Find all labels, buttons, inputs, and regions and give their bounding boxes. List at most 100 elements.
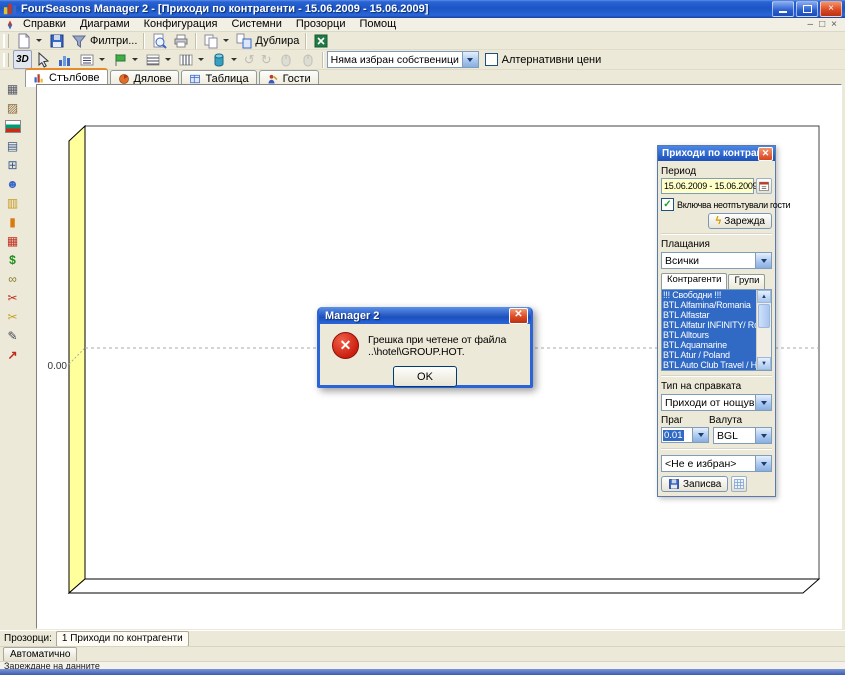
edit-note-icon[interactable]: ✎ <box>3 327 22 344</box>
print-button[interactable] <box>170 31 192 50</box>
bg-flag-icon[interactable] <box>3 118 22 135</box>
owner-combobox[interactable]: Няма избран собственици <box>327 51 479 68</box>
menu-konfiguracia[interactable]: Конфигурация <box>137 18 225 31</box>
mouse-zoom-in-icon <box>278 52 294 68</box>
chevron-down-icon <box>165 58 171 61</box>
new-document-icon <box>16 33 32 49</box>
pointer-mode-button[interactable] <box>32 50 54 69</box>
show-values-button[interactable] <box>54 50 76 69</box>
tab-counterparts[interactable]: Контрагенти <box>661 273 727 289</box>
pointer-icon <box>35 52 51 68</box>
photo-icon[interactable]: ▨ <box>3 99 22 116</box>
period-input[interactable]: 15.06.2009 - 15.06.2009 <box>661 178 754 194</box>
menu-pomosht[interactable]: Помощ <box>352 18 403 31</box>
list-item[interactable]: BTL Auto Club Travel / Hunga <box>662 360 756 370</box>
ok-button[interactable]: OK <box>393 366 457 387</box>
panel-title-bar[interactable]: Приходи по контрагенти ✕ <box>658 146 775 161</box>
export-excel-button[interactable] <box>310 31 332 50</box>
dropdown-button[interactable] <box>755 253 771 268</box>
rotate-left-button[interactable]: ↺ <box>241 50 258 69</box>
print-preview-button[interactable] <box>148 31 170 50</box>
menu-diagrami[interactable]: Диаграми <box>73 18 137 31</box>
filters-button[interactable]: Филтри... <box>68 31 140 50</box>
chevron-down-icon <box>761 259 767 263</box>
title-bar: FourSeasons Manager 2 - [Приходи по конт… <box>0 0 845 18</box>
currency-icon[interactable]: $ <box>3 251 22 268</box>
dialog-title-bar[interactable]: Manager 2 ✕ <box>319 307 531 324</box>
calendar-button[interactable] <box>756 178 772 194</box>
save-report-label: Записва <box>683 479 721 490</box>
new-report-button[interactable] <box>13 31 46 50</box>
rooms-grid-icon[interactable]: ▦ <box>3 80 22 97</box>
automatic-button[interactable]: Автоматично <box>3 647 77 662</box>
list-item[interactable]: BTL Aquamarine <box>662 340 756 350</box>
horizontal-grid-button[interactable] <box>142 50 175 69</box>
list-item[interactable]: BTL Alltours <box>662 330 756 340</box>
legend-button[interactable] <box>76 50 109 69</box>
list-item[interactable]: !!! Свободни !!! <box>662 290 756 300</box>
mdi-close-button[interactable]: × <box>831 19 837 31</box>
tariff-grid-icon[interactable]: ▦ <box>3 232 22 249</box>
dropdown-button[interactable] <box>755 395 771 410</box>
report-type-combobox[interactable]: Приходи от нощувки <box>661 394 772 411</box>
rotate-right-button[interactable]: ↻ <box>258 50 275 69</box>
dropdown-button[interactable] <box>462 52 478 67</box>
list-scrollbar[interactable]: ▲ ▼ <box>756 290 771 370</box>
dropdown-button[interactable] <box>755 456 771 471</box>
currency-combobox[interactable]: BGL <box>713 427 772 444</box>
copy-folder-icon[interactable]: ▥ <box>3 194 22 211</box>
duplicate-button[interactable]: Дублира <box>233 31 302 50</box>
list-item[interactable]: BTL Alfamina/Romania <box>662 300 756 310</box>
threshold-combobox[interactable]: 0.01 <box>661 427 709 443</box>
restore-button[interactable] <box>796 1 818 17</box>
mdi-restore-button[interactable]: □ <box>819 19 825 31</box>
toggle-3d-button[interactable]: 3D <box>13 50 32 69</box>
scroll-down-icon[interactable]: ▼ <box>757 357 771 370</box>
close-button[interactable]: × <box>820 1 842 17</box>
dialog-close-button[interactable]: ✕ <box>509 308 528 324</box>
zoom-in-button[interactable] <box>275 50 297 69</box>
dropdown-button[interactable] <box>755 428 771 443</box>
divider <box>661 448 772 450</box>
window-1-button[interactable]: 1 Приходи по контрагенти <box>56 631 189 647</box>
copy-button[interactable] <box>200 31 233 50</box>
grid-view-button[interactable] <box>731 476 747 492</box>
list-item[interactable]: BTL Alfatur INFINITY/ Romani <box>662 320 756 330</box>
menu-prozorci[interactable]: Прозорци <box>289 18 353 31</box>
include-guests-checkbox[interactable]: ✓ <box>661 198 674 211</box>
mdi-minimize-button[interactable]: ‒ <box>808 19 814 31</box>
dropdown-button[interactable] <box>692 428 708 442</box>
menu-spravki[interactable]: Справки <box>16 18 73 31</box>
keys-icon[interactable]: ∞ <box>3 270 22 287</box>
cut-red-icon[interactable]: ✂ <box>3 289 22 306</box>
tab-groups[interactable]: Групи <box>728 274 765 289</box>
windows-icon[interactable]: ⊞ <box>3 156 22 173</box>
chevron-down-icon <box>467 58 473 62</box>
save-report-button[interactable]: Записва <box>661 476 728 492</box>
list-item[interactable]: BTL Atur / Poland <box>662 350 756 360</box>
cut-yellow-icon[interactable]: ✂ <box>3 308 22 325</box>
flag-label-icon <box>112 52 128 68</box>
payments-combobox[interactable]: Всички <box>661 252 772 269</box>
bar-style-button[interactable] <box>208 50 241 69</box>
list-item[interactable]: BTL Alfastar <box>662 310 756 320</box>
minimize-button[interactable] <box>772 1 794 17</box>
labels-button[interactable] <box>109 50 142 69</box>
scroll-up-icon[interactable]: ▲ <box>757 290 771 303</box>
menu-sistemni[interactable]: Системни <box>224 18 288 31</box>
calendar-icon[interactable]: ▤ <box>3 137 22 154</box>
books-icon[interactable]: ▮ <box>3 213 22 230</box>
counterparts-listbox[interactable]: !!! Свободни !!! BTL Alfamina/Romania BT… <box>661 289 772 371</box>
scrollbar-thumb[interactable] <box>758 304 770 328</box>
guests-icon[interactable]: ☻ <box>3 175 22 192</box>
chevron-down-icon <box>132 58 138 61</box>
panel-close-button[interactable]: ✕ <box>758 147 773 161</box>
alt-prices-checkbox[interactable] <box>485 53 498 66</box>
load-button[interactable]: ϟ Зарежда <box>708 213 772 229</box>
stats-arrow-icon[interactable]: ↗ <box>3 346 22 363</box>
zoom-out-button[interactable] <box>297 50 319 69</box>
payments-label: Плащания <box>661 239 772 250</box>
save-button[interactable] <box>46 31 68 50</box>
vertical-grid-button[interactable] <box>175 50 208 69</box>
hotel-combobox[interactable]: <Не е избран> <box>661 455 772 472</box>
